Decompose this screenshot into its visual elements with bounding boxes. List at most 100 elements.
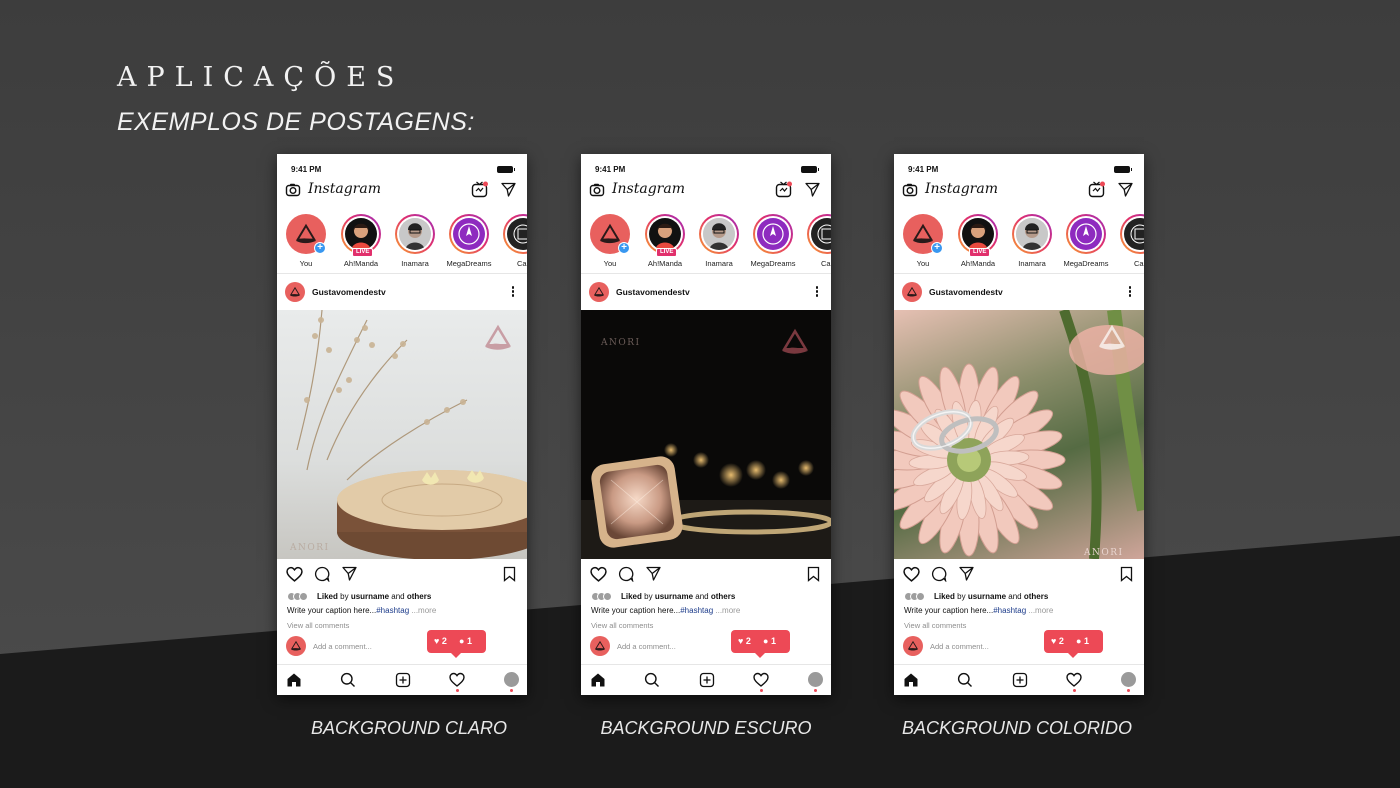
post-avatar[interactable] [285, 282, 305, 302]
more-link[interactable]: ...more [713, 606, 740, 615]
search-icon[interactable] [340, 672, 356, 693]
live-badge: LIVE [352, 248, 374, 257]
story-ring [753, 214, 793, 254]
view-all-comments[interactable]: View all comments [904, 621, 966, 630]
like-icon[interactable] [590, 566, 607, 588]
story-ring [1120, 214, 1144, 254]
add-comment-input[interactable]: Add a comment... [313, 642, 372, 651]
notification-dot [760, 689, 763, 692]
more-options-icon[interactable] [1128, 286, 1132, 298]
post-header: Gustavomendestv [894, 280, 1144, 306]
direct-message-icon[interactable] [805, 182, 820, 202]
hashtag-link[interactable]: #hashtag [376, 606, 409, 615]
story-name: Inamara [1018, 259, 1046, 268]
comment-avatar [286, 636, 306, 656]
comment-avatar [590, 636, 610, 656]
bookmark-icon[interactable] [503, 566, 516, 587]
app-logo: Instagram [612, 181, 685, 197]
new-post-icon[interactable] [699, 672, 715, 693]
more-options-icon[interactable] [511, 286, 515, 298]
battery-icon [1114, 166, 1132, 173]
liked-by: Liked by usurname and others [287, 592, 431, 602]
story-name: You [603, 259, 617, 268]
like-icon[interactable] [286, 566, 303, 588]
add-story-icon[interactable]: + [618, 242, 630, 254]
new-post-icon[interactable] [1012, 672, 1028, 693]
post-avatar[interactable] [589, 282, 609, 302]
post-username[interactable]: Gustavomendestv [312, 287, 386, 297]
post-username[interactable]: Gustavomendestv [929, 287, 1003, 297]
new-post-icon[interactable] [395, 672, 411, 693]
bottom-nav [894, 664, 1144, 695]
more-link[interactable]: ...more [1026, 606, 1053, 615]
post-username[interactable]: Gustavomendestv [616, 287, 690, 297]
notification-dot [1127, 689, 1130, 692]
status-time: 9:41 PM [908, 165, 939, 174]
post-image[interactable]: ANORI [581, 310, 831, 559]
direct-message-icon[interactable] [501, 182, 516, 202]
share-icon[interactable] [959, 566, 974, 586]
post-avatar[interactable] [902, 282, 922, 302]
app-header: Instagram [894, 180, 1144, 204]
post-image[interactable]: ANORI [277, 310, 527, 559]
camera-icon[interactable] [285, 182, 301, 203]
app-logo: Instagram [925, 181, 998, 197]
hashtag-link[interactable]: #hashtag [680, 606, 713, 615]
bookmark-icon[interactable] [807, 566, 820, 587]
phone-mockup: 9:41 PM Instagram + You LIVE Ah!Manda Ina… [894, 154, 1144, 695]
likes-count: ♥ 2 [738, 636, 751, 646]
activity-notification: ♥ 2 ● 1 [427, 630, 486, 658]
igtv-icon[interactable] [471, 181, 488, 203]
share-icon[interactable] [646, 566, 661, 586]
view-all-comments[interactable]: View all comments [287, 621, 349, 630]
add-story-icon[interactable]: + [931, 242, 943, 254]
direct-message-icon[interactable] [1118, 182, 1133, 202]
igtv-icon[interactable] [775, 181, 792, 203]
search-icon[interactable] [644, 672, 660, 693]
like-icon[interactable] [903, 566, 920, 588]
liked-avatars [591, 592, 615, 602]
bookmark-icon[interactable] [1120, 566, 1133, 587]
stories-bar: + You LIVE Ah!Manda Inamara MegaDreams Ca… [581, 212, 831, 274]
comments-count: ● 1 [1076, 636, 1089, 646]
comment-icon[interactable] [618, 566, 634, 587]
story-name: Ah!Manda [647, 259, 683, 268]
hashtag-link[interactable]: #hashtag [993, 606, 1026, 615]
igtv-icon[interactable] [1088, 181, 1105, 203]
more-options-icon[interactable] [815, 286, 819, 298]
profile-avatar[interactable] [504, 672, 519, 687]
profile-avatar[interactable] [1121, 672, 1136, 687]
page-subtitle: EXEMPLOS DE POSTAGENS: [117, 108, 475, 136]
status-time: 9:41 PM [291, 165, 322, 174]
comment-icon[interactable] [314, 566, 330, 587]
home-icon[interactable] [590, 672, 606, 693]
home-icon[interactable] [286, 672, 302, 693]
story-ring [503, 214, 527, 254]
liked-avatars [287, 592, 311, 602]
app-header: Instagram [581, 180, 831, 204]
camera-icon[interactable] [902, 182, 918, 203]
camera-icon[interactable] [589, 182, 605, 203]
comments-count: ● 1 [459, 636, 472, 646]
post-header: Gustavomendestv [581, 280, 831, 306]
story-name: Car [1133, 259, 1144, 268]
search-icon[interactable] [957, 672, 973, 693]
story-ring [807, 214, 831, 254]
comment-icon[interactable] [931, 566, 947, 587]
home-icon[interactable] [903, 672, 919, 693]
likes-count: ♥ 2 [1051, 636, 1064, 646]
post-image[interactable]: ANORI [894, 310, 1144, 559]
more-link[interactable]: ...more [409, 606, 436, 615]
profile-avatar[interactable] [808, 672, 823, 687]
add-comment-input[interactable]: Add a comment... [930, 642, 989, 651]
app-header: Instagram [277, 180, 527, 204]
add-comment-input[interactable]: Add a comment... [617, 642, 676, 651]
add-story-icon[interactable]: + [314, 242, 326, 254]
post-actions [581, 566, 831, 586]
phone-mockup: 9:41 PM Instagram + You LIVE Ah!Manda Ina… [277, 154, 527, 695]
notification-dot [510, 689, 513, 692]
comments-count: ● 1 [763, 636, 776, 646]
view-all-comments[interactable]: View all comments [591, 621, 653, 630]
share-icon[interactable] [342, 566, 357, 586]
story-ring [449, 214, 489, 254]
